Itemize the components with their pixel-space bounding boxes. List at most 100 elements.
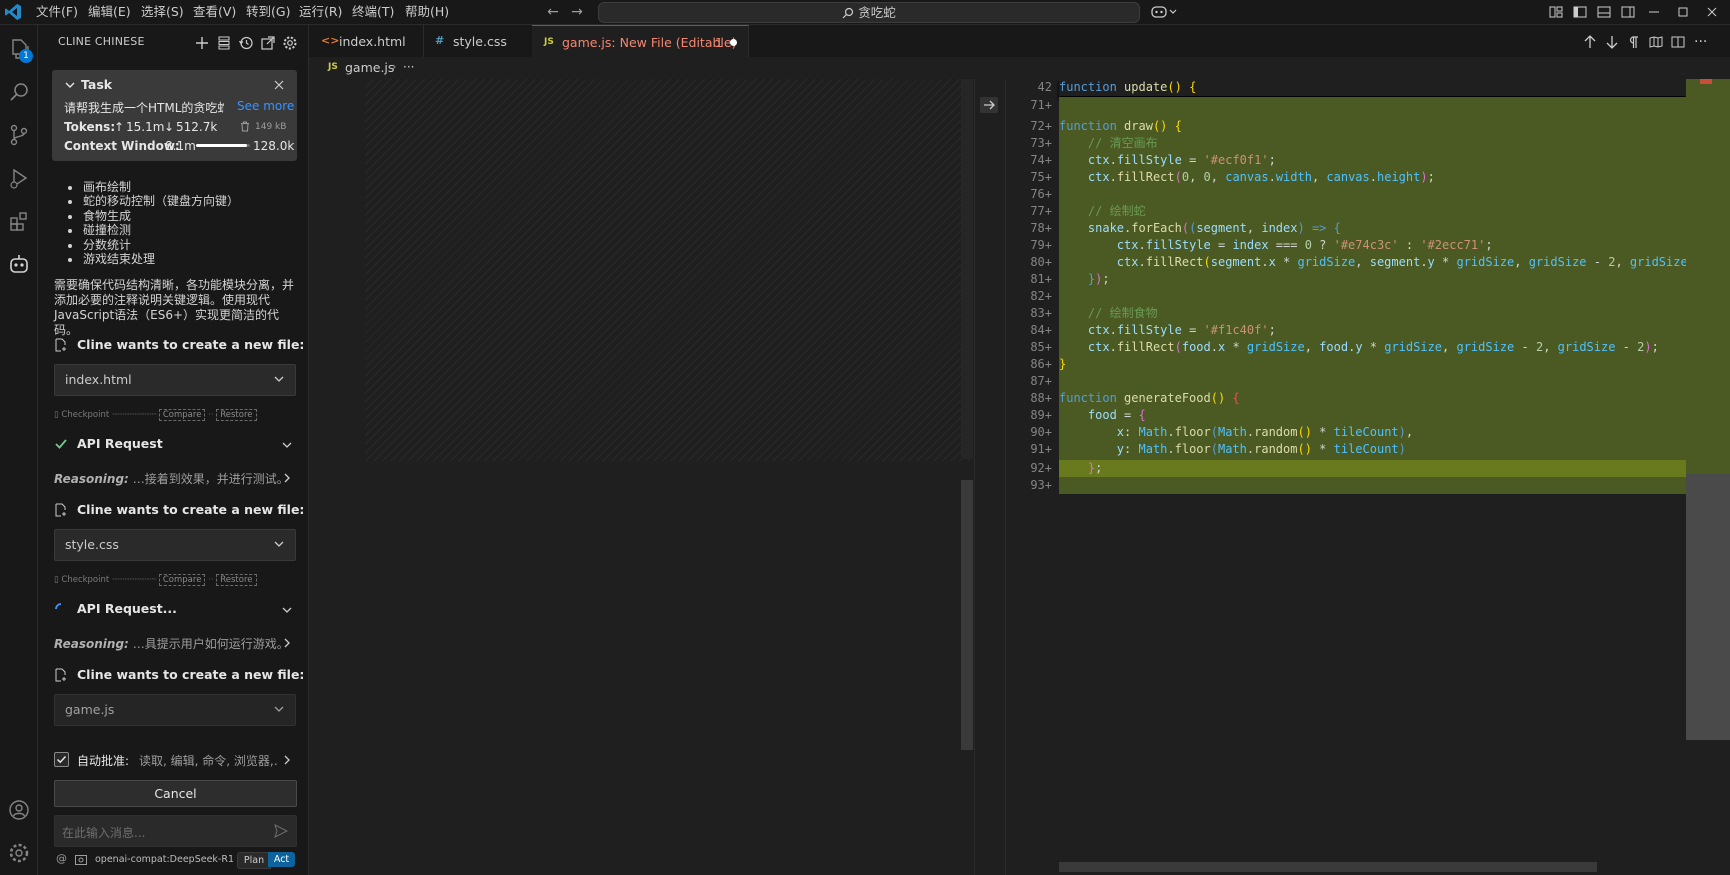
file-game-js[interactable]: game.js bbox=[54, 694, 296, 726]
search-view-icon[interactable] bbox=[7, 80, 31, 104]
revert-arrow-icon[interactable] bbox=[980, 97, 998, 113]
copilot-icon[interactable] bbox=[1150, 3, 1178, 21]
code-line[interactable]: ctx.fillRect(segment.x * gridSize, segme… bbox=[1059, 254, 1686, 271]
restore-button[interactable]: Restore bbox=[216, 409, 257, 421]
menu-selection[interactable]: 选择(S) bbox=[141, 0, 184, 24]
code-line[interactable]: ctx.fillStyle = '#f1c40f'; bbox=[1059, 322, 1276, 339]
pilcrow-icon[interactable] bbox=[1626, 34, 1642, 50]
cline-robot-icon[interactable] bbox=[7, 252, 31, 276]
split-editor-icon[interactable] bbox=[1670, 34, 1686, 50]
code-line[interactable]: x: Math.floor(Math.random() * tileCount)… bbox=[1059, 424, 1413, 441]
code-line[interactable]: } bbox=[1059, 356, 1066, 373]
code-line[interactable]: ctx.fillRect(0, 0, canvas.width, canvas.… bbox=[1059, 169, 1435, 186]
settings-gear-icon[interactable] bbox=[282, 35, 298, 51]
file-index-html[interactable]: index.html bbox=[54, 364, 296, 396]
menu-file[interactable]: 文件(F) bbox=[36, 0, 78, 24]
code-line[interactable]: // 绘制蛇 bbox=[1059, 203, 1146, 220]
code-line[interactable]: ctx.fillStyle = '#ecf0f1'; bbox=[1059, 152, 1276, 169]
forward-arrow-icon[interactable]: → bbox=[567, 2, 587, 22]
chevron-right-icon[interactable] bbox=[281, 754, 293, 766]
mcp-servers-icon[interactable] bbox=[216, 35, 232, 51]
maximize-icon[interactable] bbox=[1674, 3, 1692, 21]
search-icon bbox=[842, 7, 854, 19]
toggle-secondary-sidebar-icon[interactable] bbox=[1619, 3, 1637, 21]
chevron-down-icon[interactable] bbox=[281, 604, 293, 616]
run-debug-icon[interactable] bbox=[7, 166, 31, 190]
code-line[interactable]: snake.forEach((segment, index) => { bbox=[1059, 220, 1341, 237]
breadcrumb-more[interactable]: ··· bbox=[403, 60, 414, 74]
menu-goto[interactable]: 转到(G) bbox=[246, 0, 290, 24]
tab-label: game.js: New File (Editable) bbox=[562, 35, 737, 50]
minimize-icon[interactable] bbox=[1645, 3, 1663, 21]
file-style-css[interactable]: style.css bbox=[54, 529, 296, 561]
auto-approve-value[interactable]: 读取, 编辑, 命令, 浏览器,… bbox=[139, 752, 279, 769]
account-icon[interactable] bbox=[7, 798, 31, 822]
menu-terminal[interactable]: 终端(T) bbox=[352, 0, 394, 24]
extensions-icon[interactable] bbox=[7, 209, 31, 233]
menu-run[interactable]: 运行(R) bbox=[299, 0, 342, 24]
menu-view[interactable]: 查看(V) bbox=[193, 0, 236, 24]
chat-input[interactable]: 在此输入消息... bbox=[54, 815, 297, 847]
code-line[interactable]: ctx.fillRect(food.x * gridSize, food.y *… bbox=[1059, 339, 1659, 356]
code-line[interactable]: // 绘制食物 bbox=[1059, 305, 1158, 322]
manage-gear-icon[interactable] bbox=[7, 841, 31, 865]
tab-game-js[interactable]: JS game.js: New File (Editable) 1 bbox=[532, 25, 749, 58]
act-mode-button[interactable]: Act bbox=[268, 852, 295, 867]
new-task-plus-icon[interactable] bbox=[194, 35, 210, 51]
compare-button[interactable]: Compare bbox=[158, 574, 206, 586]
trash-icon[interactable] bbox=[240, 121, 250, 132]
cancel-button[interactable]: Cancel bbox=[54, 780, 297, 807]
auto-approve-checkbox[interactable] bbox=[54, 752, 69, 767]
horizontal-scrollbar-thumb[interactable] bbox=[1059, 862, 1597, 872]
description-line: 添加必要的注释说明关键逻辑。使用现代 bbox=[54, 293, 271, 307]
code-line[interactable]: function draw() { bbox=[1059, 118, 1182, 135]
see-more-link[interactable]: See more bbox=[237, 99, 294, 113]
plan-mode-button[interactable]: Plan bbox=[237, 852, 271, 869]
send-icon[interactable] bbox=[274, 824, 288, 838]
close-window-icon[interactable] bbox=[1703, 3, 1721, 21]
code-line[interactable]: y: Math.floor(Math.random() * tileCount) bbox=[1059, 441, 1406, 458]
arrow-down-icon[interactable] bbox=[1604, 34, 1620, 50]
restore-button[interactable]: Restore bbox=[216, 574, 257, 586]
create-file-label: Cline wants to create a new file: bbox=[77, 337, 305, 352]
more-actions-icon[interactable]: ··· bbox=[1694, 34, 1714, 50]
open-changes-icon[interactable] bbox=[1648, 34, 1664, 50]
chevron-right-icon[interactable] bbox=[281, 472, 293, 484]
menu-help[interactable]: 帮助(H) bbox=[405, 0, 449, 24]
close-task-icon[interactable] bbox=[273, 79, 285, 91]
customize-layout-icon[interactable] bbox=[1547, 3, 1565, 21]
code-line[interactable]: food = { bbox=[1059, 407, 1146, 424]
code-line[interactable]: }; bbox=[1059, 460, 1102, 477]
code-line[interactable]: // 清空画布 bbox=[1059, 135, 1158, 152]
image-attach-icon[interactable] bbox=[75, 855, 87, 865]
history-icon[interactable] bbox=[238, 35, 254, 51]
api-request-label[interactable]: API Request bbox=[77, 436, 163, 451]
arrow-up-icon[interactable] bbox=[1582, 34, 1598, 50]
code-line[interactable]: }); bbox=[1059, 271, 1110, 288]
chevron-down-icon[interactable] bbox=[281, 439, 293, 451]
tab-index-html[interactable]: <> index.html bbox=[309, 25, 424, 57]
code-line[interactable]: ctx.fillStyle = index === 0 ? '#e74c3c' … bbox=[1059, 237, 1493, 254]
code-line[interactable]: function update() { bbox=[1059, 79, 1196, 96]
at-mention-icon[interactable]: @ bbox=[56, 852, 67, 865]
back-arrow-icon[interactable]: ← bbox=[543, 2, 563, 22]
popout-icon[interactable] bbox=[260, 35, 276, 51]
code-line[interactable]: function generateFood() { bbox=[1059, 390, 1240, 407]
compare-button[interactable]: Compare bbox=[158, 409, 206, 421]
chevron-down-icon[interactable] bbox=[64, 79, 76, 91]
model-selector[interactable]: openai-compat:DeepSeek-R1 bbox=[95, 854, 234, 865]
toggle-primary-sidebar-icon[interactable] bbox=[1571, 3, 1589, 21]
command-center-search[interactable]: 贪吃蛇 bbox=[598, 2, 1140, 23]
source-control-icon[interactable] bbox=[7, 123, 31, 147]
api-request-pending-label[interactable]: API Request... bbox=[77, 601, 177, 616]
unsaved-dot-icon[interactable] bbox=[730, 39, 737, 46]
reasoning-row[interactable]: Reasoning: …接着到效果，并进行测试。 bbox=[54, 470, 289, 487]
menu-edit[interactable]: 编辑(E) bbox=[88, 0, 131, 24]
chevron-right-icon[interactable] bbox=[281, 637, 293, 649]
reasoning-row[interactable]: Reasoning: …具提示用户如何运行游戏。 bbox=[54, 635, 289, 652]
left-scrollbar-thumb[interactable] bbox=[961, 480, 973, 750]
vertical-scrollbar-thumb[interactable] bbox=[1686, 474, 1730, 740]
tab-style-css[interactable]: # style.css bbox=[423, 25, 533, 57]
breadcrumb-file[interactable]: game.js bbox=[345, 60, 394, 75]
toggle-panel-icon[interactable] bbox=[1595, 3, 1613, 21]
